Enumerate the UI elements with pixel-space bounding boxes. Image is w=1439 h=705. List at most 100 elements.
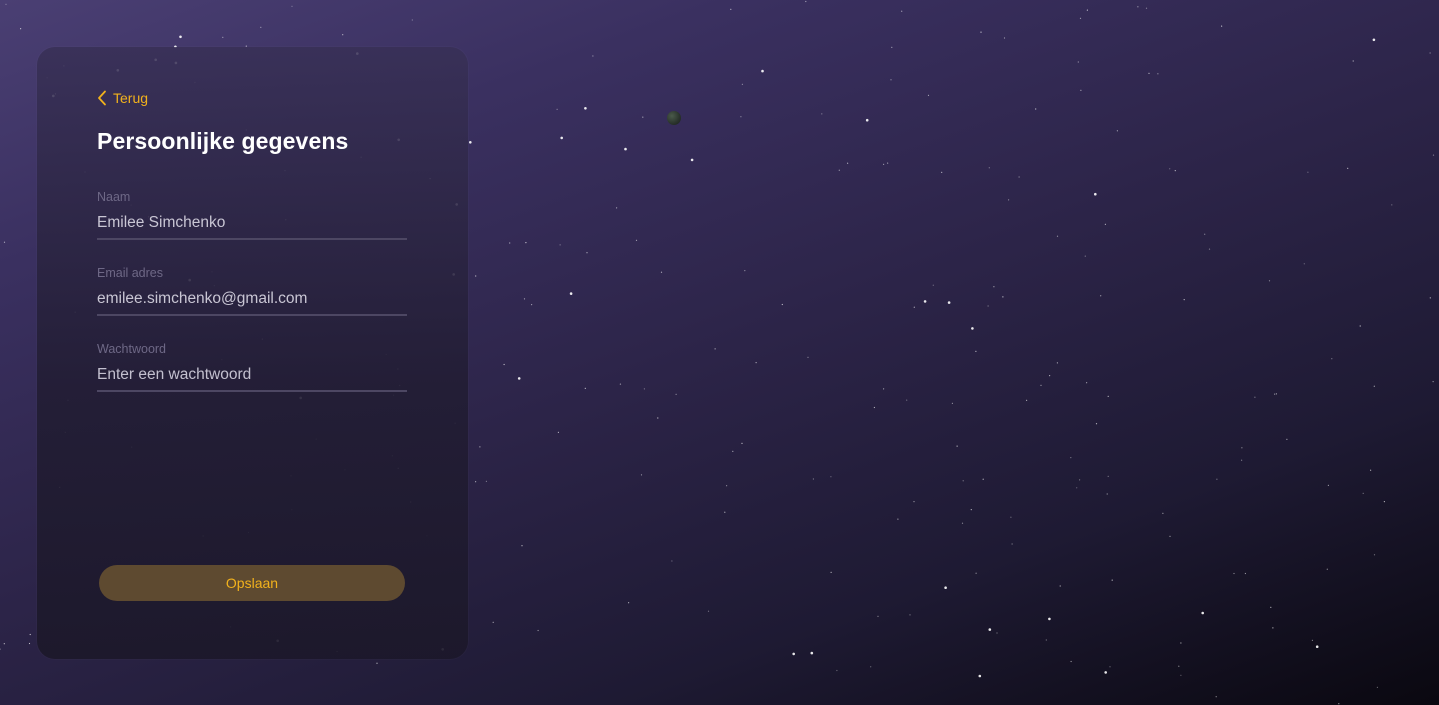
- name-input[interactable]: [97, 214, 407, 240]
- star: [1094, 192, 1097, 196]
- star: [1362, 492, 1364, 494]
- star: [479, 446, 481, 448]
- star: [1180, 642, 1182, 644]
- star: [492, 621, 494, 623]
- star: [1035, 108, 1037, 110]
- star: [830, 476, 832, 478]
- star: [503, 363, 505, 366]
- password-input[interactable]: [97, 366, 407, 392]
- star: [5, 3, 7, 5]
- star: [1307, 171, 1309, 173]
- star: [975, 350, 977, 352]
- star: [714, 348, 716, 350]
- star: [741, 83, 744, 85]
- star: [1183, 299, 1185, 301]
- star: [1107, 395, 1109, 397]
- star: [1272, 627, 1274, 629]
- star: [20, 28, 22, 30]
- star: [1070, 457, 1072, 459]
- star: [1370, 469, 1372, 471]
- star: [873, 406, 876, 409]
- back-link[interactable]: Terug: [97, 90, 148, 106]
- star: [1026, 399, 1028, 401]
- star: [179, 35, 182, 39]
- star: [657, 417, 659, 419]
- star: [1077, 61, 1079, 63]
- star: [726, 485, 728, 487]
- star: [475, 275, 477, 277]
- star: [1169, 168, 1171, 170]
- star: [1429, 297, 1431, 299]
- star: [909, 614, 911, 616]
- star: [1003, 37, 1006, 39]
- star: [29, 633, 31, 636]
- star: [1254, 396, 1256, 398]
- star: [1008, 199, 1010, 201]
- star: [1018, 176, 1020, 178]
- star: [1204, 233, 1206, 235]
- star: [1011, 543, 1013, 545]
- star: [956, 445, 958, 447]
- star: [724, 511, 726, 513]
- star: [1056, 235, 1059, 237]
- star: [586, 252, 588, 254]
- star: [1079, 479, 1081, 481]
- star: [923, 300, 927, 303]
- star: [1148, 72, 1150, 74]
- star: [988, 628, 992, 631]
- back-label: Terug: [113, 90, 149, 106]
- chevron-left-icon: [97, 90, 107, 106]
- star: [509, 242, 511, 244]
- star: [291, 5, 293, 7]
- star: [1373, 554, 1376, 556]
- star: [761, 69, 764, 73]
- star: [1352, 60, 1354, 62]
- name-label: Naam: [97, 190, 131, 204]
- star: [830, 571, 832, 574]
- star: [1233, 572, 1235, 575]
- star: [1275, 393, 1277, 395]
- star: [525, 242, 527, 244]
- star: [838, 169, 840, 171]
- star: [559, 244, 561, 246]
- star: [947, 301, 951, 304]
- star: [1059, 585, 1061, 587]
- star: [792, 652, 795, 656]
- star: [523, 298, 526, 300]
- star: [1286, 438, 1288, 440]
- star: [1049, 375, 1051, 377]
- star: [901, 10, 903, 12]
- page-title: Persoonlijke gegevens: [97, 128, 349, 154]
- save-button[interactable]: Opslaan: [99, 565, 405, 601]
- star: [962, 480, 964, 482]
- star: [1241, 459, 1243, 461]
- star: [781, 303, 783, 306]
- star: [730, 8, 732, 10]
- star: [982, 478, 984, 480]
- star: [3, 643, 5, 645]
- star: [887, 162, 889, 164]
- star: [1070, 660, 1072, 663]
- star: [1109, 666, 1111, 668]
- star: [1107, 475, 1109, 477]
- star: [1391, 204, 1393, 206]
- star: [1048, 617, 1051, 621]
- star: [755, 362, 757, 364]
- star: [941, 171, 943, 173]
- star: [1162, 512, 1164, 514]
- star: [1338, 703, 1340, 705]
- star: [1241, 447, 1243, 449]
- star: [1432, 381, 1434, 383]
- star: [1137, 6, 1139, 8]
- star: [1216, 478, 1218, 480]
- star: [537, 629, 539, 632]
- star: [640, 474, 643, 476]
- star: [557, 431, 560, 433]
- star: [980, 31, 982, 33]
- star: [870, 666, 872, 668]
- email-input[interactable]: [97, 290, 407, 316]
- star: [1208, 248, 1211, 250]
- star: [847, 162, 849, 164]
- star: [996, 632, 998, 634]
- star: [675, 393, 677, 395]
